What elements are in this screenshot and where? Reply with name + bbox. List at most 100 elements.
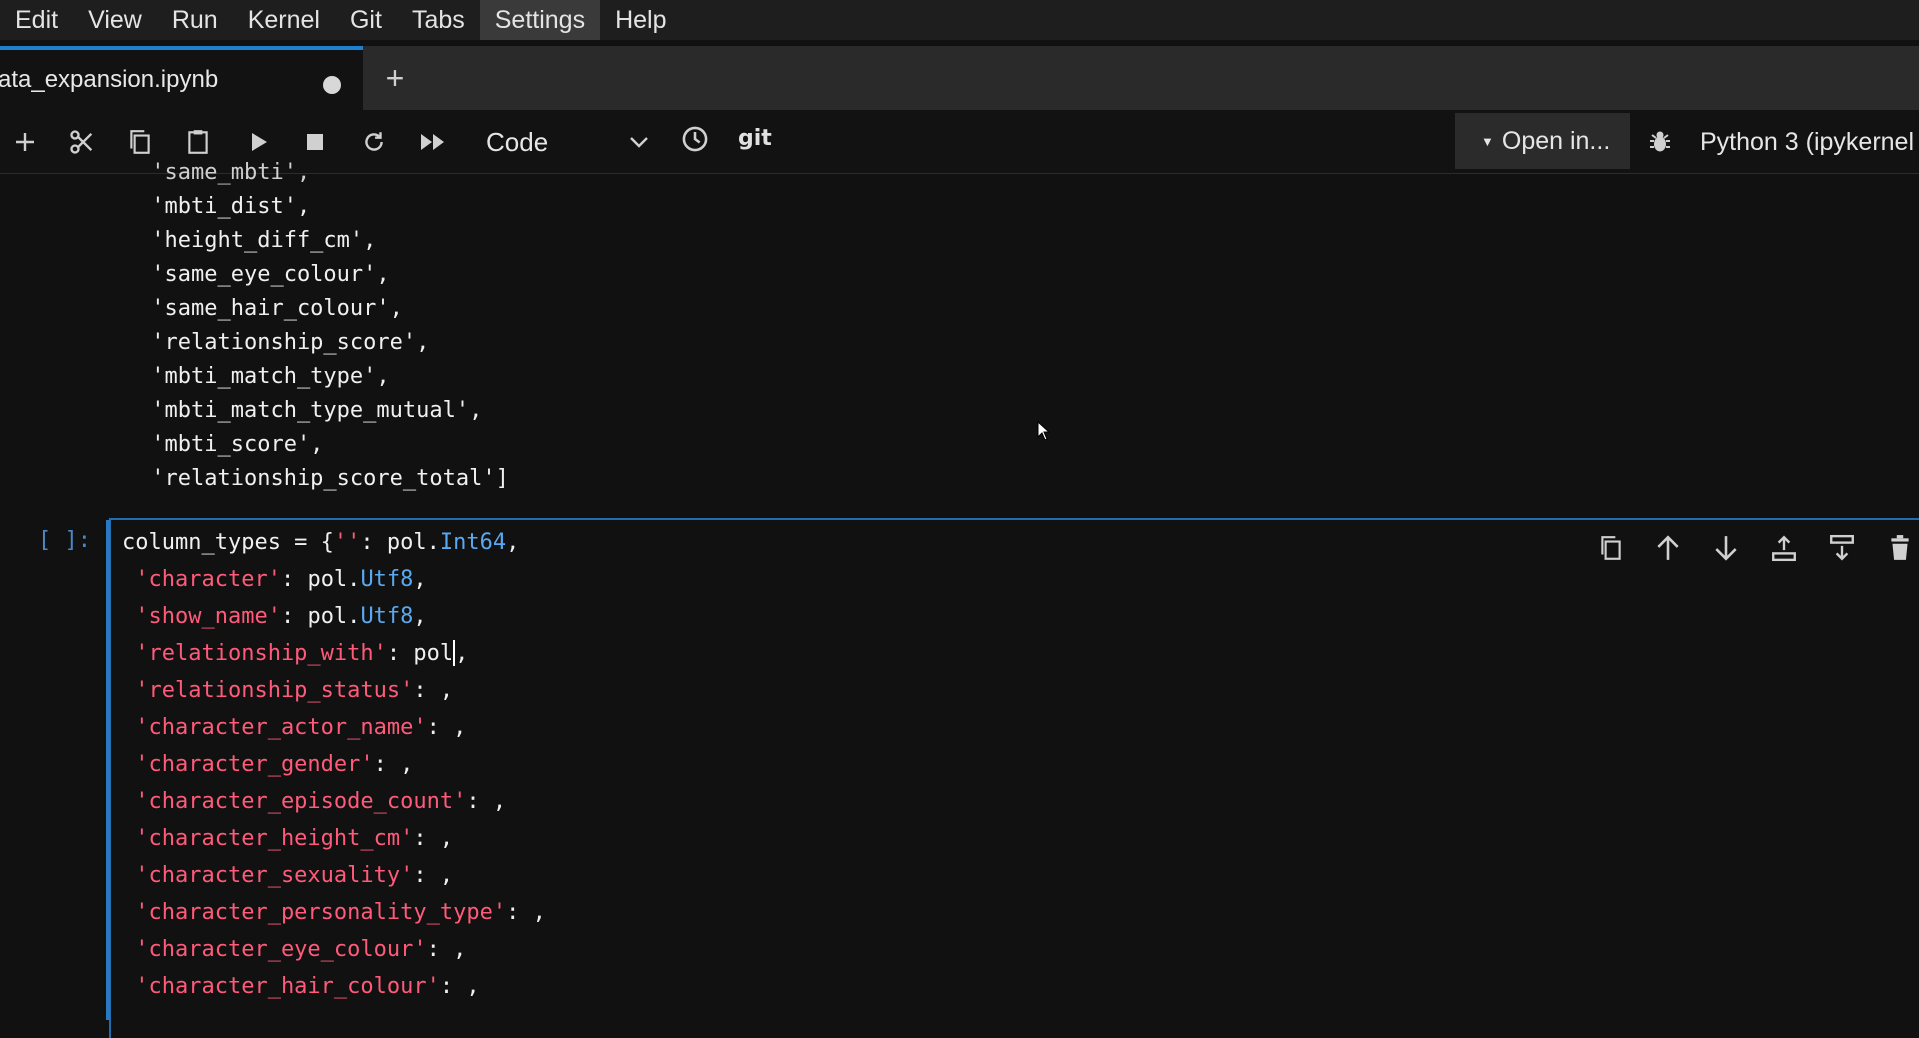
code-string: 'relationship_with' <box>122 641 387 666</box>
code-line: 'relationship_with': pol, <box>122 639 469 666</box>
clipboard-icon <box>188 130 208 154</box>
code-line: 'character_personality_type': , <box>122 900 546 925</box>
code-token: : pol <box>386 641 454 666</box>
code-token: : , <box>426 715 467 740</box>
output-line: 'same_eye_colour', <box>138 262 390 287</box>
clock-icon <box>682 126 708 152</box>
code-string: 'relationship_status' <box>122 678 414 703</box>
copy-icon <box>130 130 150 154</box>
new-tab-button[interactable]: + <box>370 46 420 110</box>
trash-icon <box>1891 535 1909 560</box>
restart-run-all-button[interactable] <box>416 110 450 174</box>
code-line: column_types = {'': pol.Int64, <box>122 530 519 555</box>
code-string: 'character' <box>122 567 281 592</box>
output-line: 'mbti_dist', <box>138 194 311 219</box>
code-line: 'character_episode_count': , <box>122 789 506 814</box>
code-string: 'character_actor_name' <box>122 715 427 740</box>
code-line: 'character_height_cm': , <box>122 826 453 851</box>
code-string: '' <box>333 530 361 555</box>
insert-cell-button[interactable] <box>8 110 42 174</box>
tab-notebook[interactable]: ata_expansion.ipynb <box>0 46 363 110</box>
tab-bar: ata_expansion.ipynb + <box>0 46 1919 110</box>
kernel-name[interactable]: Python 3 (ipykernel <box>1700 110 1914 174</box>
stop-icon <box>307 134 323 150</box>
code-token: : , <box>413 678 454 703</box>
code-type: Utf8 <box>360 567 414 592</box>
arrow-up-icon <box>1657 535 1679 560</box>
menu-bar: Edit View Run Kernel Git Tabs Settings H… <box>0 0 1919 40</box>
unsaved-dot-icon[interactable] <box>323 76 341 94</box>
duplicate-cell-button[interactable] <box>1591 528 1631 568</box>
refresh-icon <box>365 132 383 151</box>
code-token: , <box>506 530 520 555</box>
code-string: 'character_eye_colour' <box>122 937 427 962</box>
code-token: : , <box>413 863 454 888</box>
code-string: 'character_hair_colour' <box>122 974 440 999</box>
code-line: 'relationship_status': , <box>122 678 453 703</box>
menu-view[interactable]: View <box>73 0 157 40</box>
code-token: , <box>413 567 427 592</box>
code-string: 'character_height_cm' <box>122 826 414 851</box>
insert-cell-above-button[interactable] <box>1764 528 1804 568</box>
cell-collapser[interactable] <box>106 520 110 1020</box>
tab-label: ata_expansion.ipynb <box>0 66 219 93</box>
debugger-button[interactable] <box>1645 110 1675 174</box>
output-line: 'same_mbti', <box>138 160 311 185</box>
menu-settings[interactable]: Settings <box>479 0 601 40</box>
move-cell-down-button[interactable] <box>1706 528 1746 568</box>
arrow-down-icon <box>1715 536 1737 561</box>
fast-forward-icon <box>421 134 444 150</box>
restart-kernel-button[interactable] <box>358 110 390 174</box>
code-token: : pol. <box>280 567 361 592</box>
code-token: , <box>455 641 469 666</box>
code-token: : pol. <box>360 530 440 555</box>
code-token: : , <box>506 900 546 925</box>
scissors-icon <box>70 130 93 154</box>
code-token: , <box>413 604 427 629</box>
code-string: 'character_personality_type' <box>122 900 507 925</box>
code-line: 'character_actor_name': , <box>122 715 466 740</box>
open-in-button[interactable]: ▼ Open in... <box>1455 113 1630 169</box>
menu-git[interactable]: Git <box>335 0 397 40</box>
output-line: 'mbti_score', <box>138 432 324 457</box>
code-line: 'character_sexuality': , <box>122 863 453 888</box>
delete-cell-button[interactable] <box>1880 528 1919 568</box>
output-line: 'relationship_score_total'] <box>138 466 509 491</box>
code-token: : , <box>466 789 507 814</box>
code-line: 'character_hair_colour': , <box>122 974 480 999</box>
code-token: column_types = { <box>122 530 334 555</box>
output-line: 'relationship_score', <box>138 330 430 355</box>
code-line: 'character': pol.Utf8, <box>122 567 427 592</box>
code-token: : , <box>413 826 454 851</box>
move-cell-up-button[interactable] <box>1648 528 1688 568</box>
code-token: : , <box>439 974 480 999</box>
open-in-label: Open in... <box>1501 126 1611 155</box>
insert-cell-below-button[interactable] <box>1822 528 1862 568</box>
menu-tabs[interactable]: Tabs <box>397 0 480 40</box>
cut-button[interactable] <box>64 110 100 174</box>
caret-down-icon: ▼ <box>1481 133 1494 149</box>
menu-edit[interactable]: Edit <box>0 0 73 40</box>
bug-icon <box>1650 131 1670 152</box>
cell-type-dropdown[interactable] <box>628 110 650 174</box>
insert-above-icon <box>1772 535 1796 562</box>
insert-below-icon <box>1830 534 1854 561</box>
code-type: Utf8 <box>360 604 414 629</box>
git-diff-button[interactable]: git <box>738 110 772 168</box>
menu-kernel[interactable]: Kernel <box>233 0 335 40</box>
duplicate-icon <box>1601 536 1621 560</box>
cell-type-select[interactable]: Code <box>486 110 548 174</box>
code-token: : pol. <box>280 604 361 629</box>
history-button[interactable] <box>678 110 712 168</box>
output-line: 'same_hair_colour', <box>138 296 403 321</box>
menu-help[interactable]: Help <box>600 0 681 40</box>
cell-prompt: [ ]: <box>38 528 91 553</box>
code-string: 'character_gender' <box>122 752 374 777</box>
code-string: 'character_sexuality' <box>122 863 414 888</box>
code-line: 'show_name': pol.Utf8, <box>122 604 427 629</box>
menu-run[interactable]: Run <box>157 0 233 40</box>
code-string: 'character_episode_count' <box>122 789 467 814</box>
mouse-pointer-icon <box>1037 420 1051 446</box>
output-line: 'mbti_match_type_mutual', <box>138 398 483 423</box>
code-type: Int64 <box>439 530 507 555</box>
